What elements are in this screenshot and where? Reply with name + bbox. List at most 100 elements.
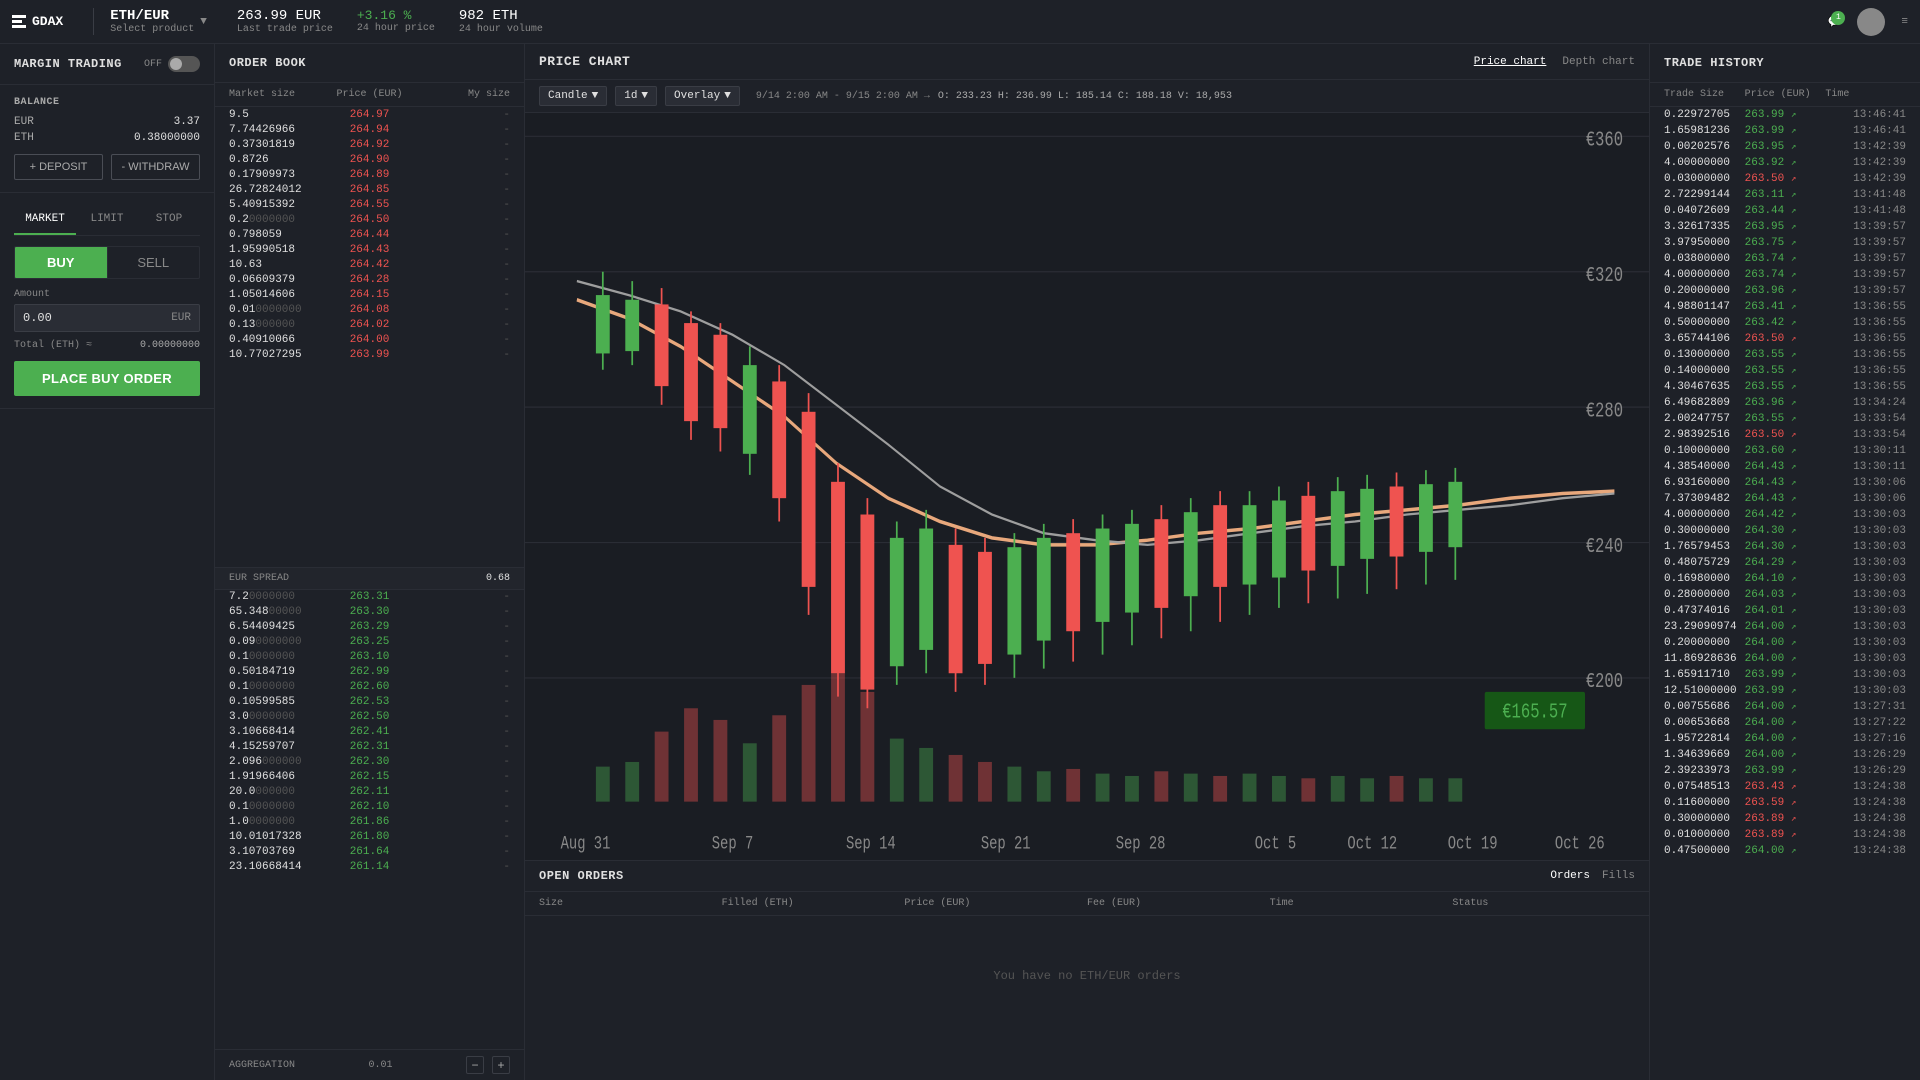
ob-bid-mysize: - xyxy=(416,696,510,708)
ob-bid-row[interactable]: 0.10000000262.60- xyxy=(215,680,524,695)
ob-bid-qty: 7.20000000 xyxy=(229,591,323,603)
ob-bid-qty: 3.10668414 xyxy=(229,726,323,738)
ob-bid-qty: 1.00000000 xyxy=(229,816,323,828)
trade-history-row: 2.39233973263.99 ↗13:26:29 xyxy=(1650,763,1920,779)
ob-bid-row[interactable]: 1.91966406262.15- xyxy=(215,770,524,785)
ob-bid-mysize: - xyxy=(416,726,510,738)
ob-ask-price: 264.43 xyxy=(323,244,417,256)
order-type-tabs: MARKET LIMIT STOP xyxy=(14,205,200,236)
ob-bid-row[interactable]: 23.10668414261.14- xyxy=(215,860,524,875)
agg-increase-button[interactable]: + xyxy=(492,1056,510,1074)
tab-price-chart[interactable]: Price chart xyxy=(1474,56,1547,68)
ob-ask-row[interactable]: 10.77027295263.99- xyxy=(215,347,524,362)
trade-history-row: 4.00000000264.42 ↗13:30:03 xyxy=(1650,507,1920,523)
tab-orders[interactable]: Orders xyxy=(1550,870,1590,882)
th-trade-time: 13:30:03 xyxy=(1825,525,1906,537)
candle-dropdown[interactable]: Candle ▼ xyxy=(539,86,607,106)
tab-fills[interactable]: Fills xyxy=(1602,870,1635,882)
withdraw-button[interactable]: - WITHDRAW xyxy=(111,154,200,180)
tab-limit[interactable]: LIMIT xyxy=(76,205,138,235)
place-order-button[interactable]: PLACE BUY ORDER xyxy=(14,361,200,396)
margin-toggle[interactable]: OFF xyxy=(144,56,200,72)
deposit-button[interactable]: + DEPOSIT xyxy=(14,154,103,180)
interval-dropdown[interactable]: 1d ▼ xyxy=(615,86,657,106)
ob-ask-row[interactable]: 0.20000000264.50- xyxy=(215,212,524,227)
th-trade-size: 7.37309482 xyxy=(1664,493,1745,505)
ob-ask-row[interactable]: 0.06609379264.28- xyxy=(215,272,524,287)
notification-button[interactable]: 💬 1 xyxy=(1828,15,1842,29)
change-label: 24 hour price xyxy=(357,23,435,34)
trade-history-row: 0.30000000263.89 ↗13:24:38 xyxy=(1650,811,1920,827)
ob-ask-row[interactable]: 10.63264.42- xyxy=(215,257,524,272)
ob-ask-row[interactable]: 0.17909973264.89- xyxy=(215,167,524,182)
ob-bid-row[interactable]: 6.54409425263.29- xyxy=(215,620,524,635)
ob-bid-row[interactable]: 20.0000000262.11- xyxy=(215,785,524,800)
ob-ask-row[interactable]: 0.37301819264.92- xyxy=(215,137,524,152)
amount-field[interactable]: 0.00 EUR xyxy=(14,304,200,332)
tab-depth-chart[interactable]: Depth chart xyxy=(1562,56,1635,68)
ob-ask-row[interactable]: 0.010000000264.08- xyxy=(215,302,524,317)
ob-ask-row[interactable]: 0.8726264.90- xyxy=(215,152,524,167)
trade-history-row: 2.72299144263.11 ↗13:41:48 xyxy=(1650,187,1920,203)
ob-ask-mysize: - xyxy=(416,289,510,301)
trade-history-row: 3.65744106263.50 ↗13:36:55 xyxy=(1650,331,1920,347)
th-trade-time: 13:30:03 xyxy=(1825,653,1906,665)
th-trade-time: 13:30:06 xyxy=(1825,493,1906,505)
ob-bid-row[interactable]: 3.00000000262.50- xyxy=(215,710,524,725)
sell-button[interactable]: SELL xyxy=(107,247,200,278)
ob-bid-row[interactable]: 4.15259707262.31- xyxy=(215,740,524,755)
left-panel: MARGIN TRADING OFF BALANCE EUR 3.37 ETH … xyxy=(0,44,215,1080)
trade-history-row: 0.14000000263.55 ↗13:36:55 xyxy=(1650,363,1920,379)
th-trade-size: 0.13000000 xyxy=(1664,349,1745,361)
ob-ask-row[interactable]: 5.40915392264.55- xyxy=(215,197,524,212)
chart-area[interactable]: €360 €320 €280 €240 €200 xyxy=(525,113,1649,860)
th-trade-time: 13:39:57 xyxy=(1825,253,1906,265)
ob-bid-qty: 10.01017328 xyxy=(229,831,323,843)
ob-ask-row[interactable]: 7.74426966264.94- xyxy=(215,122,524,137)
th-trade-time: 13:24:38 xyxy=(1825,813,1906,825)
ob-bid-row[interactable]: 3.10668414262.41- xyxy=(215,725,524,740)
ob-ask-price: 264.42 xyxy=(323,259,417,271)
product-selector[interactable]: ETH/EUR Select product ▼ xyxy=(93,8,207,35)
ob-bid-row[interactable]: 0.10000000262.10- xyxy=(215,800,524,815)
ob-ask-qty: 7.74426966 xyxy=(229,124,323,136)
ob-ask-row[interactable]: 9.5264.97- xyxy=(215,107,524,122)
ob-col-market: Market size xyxy=(229,89,323,100)
oo-col-filled: Filled (ETH) xyxy=(722,898,905,909)
tab-market[interactable]: MARKET xyxy=(14,205,76,235)
ob-bid-row[interactable]: 65.34800000263.30- xyxy=(215,605,524,620)
ob-bid-row[interactable]: 0.090000000263.25- xyxy=(215,635,524,650)
th-trade-price: 263.42 ↗ xyxy=(1745,317,1826,329)
ob-ask-qty: 9.5 xyxy=(229,109,323,121)
agg-decrease-button[interactable]: − xyxy=(466,1056,484,1074)
th-trade-size: 0.00653668 xyxy=(1664,717,1745,729)
ob-bid-row[interactable]: 1.00000000261.86- xyxy=(215,815,524,830)
ob-ask-row[interactable]: 1.05014606264.15- xyxy=(215,287,524,302)
gdax-logo[interactable]: GDAX xyxy=(12,14,63,29)
spread-row: EUR SPREAD 0.68 xyxy=(215,567,524,590)
tab-stop[interactable]: STOP xyxy=(138,205,200,235)
ob-ask-row[interactable]: 0.798059264.44- xyxy=(215,227,524,242)
ob-bid-qty: 0.10000000 xyxy=(229,651,323,663)
avatar[interactable] xyxy=(1857,8,1885,36)
th-trade-size: 1.95722814 xyxy=(1664,733,1745,745)
toggle-control[interactable] xyxy=(168,56,200,72)
ob-bid-row[interactable]: 2.096000000262.30- xyxy=(215,755,524,770)
ob-bid-mysize: - xyxy=(416,741,510,753)
ob-bid-row[interactable]: 0.50184719262.99- xyxy=(215,665,524,680)
ob-bid-row[interactable]: 7.20000000263.31- xyxy=(215,590,524,605)
overlay-dropdown[interactable]: Overlay ▼ xyxy=(665,86,740,106)
ob-bid-row[interactable]: 10.01017328261.80- xyxy=(215,830,524,845)
th-trade-price: 264.00 ↗ xyxy=(1745,717,1826,729)
ob-bid-row[interactable]: 0.10000000263.10- xyxy=(215,650,524,665)
ob-ask-row[interactable]: 0.40910066264.00- xyxy=(215,332,524,347)
ob-ask-row[interactable]: 0.13000000264.02- xyxy=(215,317,524,332)
ob-ask-qty: 1.05014606 xyxy=(229,289,323,301)
ob-ask-row[interactable]: 1.95990518264.43- xyxy=(215,242,524,257)
ob-bid-row[interactable]: 3.10703769261.64- xyxy=(215,845,524,860)
ob-ask-price: 264.92 xyxy=(323,139,417,151)
ob-bid-row[interactable]: 0.10599585262.53- xyxy=(215,695,524,710)
ob-ask-row[interactable]: 26.72824012264.85- xyxy=(215,182,524,197)
buy-button[interactable]: BUY xyxy=(15,247,107,278)
menu-icon[interactable]: ≡ xyxy=(1901,16,1908,28)
